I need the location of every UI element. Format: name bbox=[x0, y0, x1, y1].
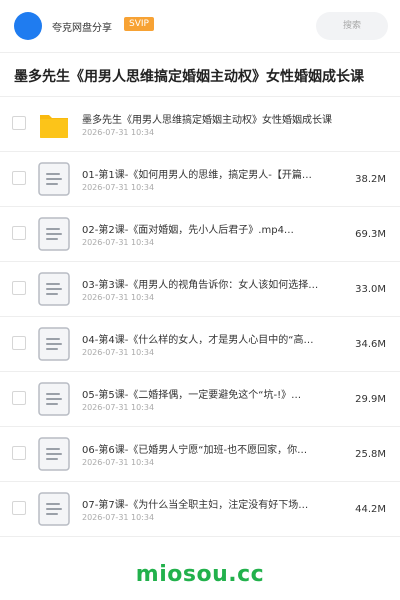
row-checkbox[interactable] bbox=[12, 281, 26, 295]
header-bar: 夸克网盘分享 SVIP bbox=[0, 0, 400, 53]
svip-badge: SVIP bbox=[124, 17, 154, 31]
file-name: 02-第2课-《面对婚姻，先小人后君子》.mp4… bbox=[82, 225, 294, 236]
row-checkbox[interactable] bbox=[12, 446, 26, 460]
file-row[interactable]: 03-第3课-《用男人的视角告诉你：女人该如何选择… 2026-07-31 10… bbox=[0, 262, 400, 317]
row-checkbox[interactable] bbox=[12, 116, 26, 130]
document-icon bbox=[38, 272, 70, 306]
document-icon bbox=[38, 382, 70, 416]
file-date: 2026-07-31 10:34 bbox=[82, 513, 155, 522]
file-date: 2026-07-31 10:34 bbox=[82, 293, 155, 302]
file-row[interactable]: 06-第6课-《已婚男人宁愿“加班-也不愿回家，你… 2026-07-31 10… bbox=[0, 427, 400, 482]
row-checkbox[interactable] bbox=[12, 391, 26, 405]
file-date: 2026-07-31 10:34 bbox=[82, 183, 155, 192]
file-name: 05-第5课-《二婚择偶，一定要避免这个“坑-!》… bbox=[82, 390, 302, 401]
file-size: 33.0M bbox=[355, 284, 386, 295]
file-name: 06-第6课-《已婚男人宁愿“加班-也不愿回家，你… bbox=[82, 445, 308, 456]
file-row[interactable]: 04-第4课-《什么样的女人，才是男人心目中的“高… 2026-07-31 10… bbox=[0, 317, 400, 372]
avatar[interactable] bbox=[14, 12, 42, 40]
search-box[interactable] bbox=[316, 12, 388, 40]
file-name: 03-第3课-《用男人的视角告诉你：女人该如何选择… bbox=[82, 280, 319, 291]
file-row[interactable]: 01-第1课-《如何用男人的思维，搞定男人-【开篇… 2026-07-31 10… bbox=[0, 152, 400, 207]
file-size: 29.9M bbox=[355, 394, 386, 405]
row-checkbox[interactable] bbox=[12, 501, 26, 515]
folder-icon bbox=[38, 107, 70, 141]
file-date: 2026-07-31 10:34 bbox=[82, 238, 155, 247]
file-row[interactable]: 05-第5课-《二婚择偶，一定要避免这个“坑-!》… 2026-07-31 10… bbox=[0, 372, 400, 427]
row-checkbox[interactable] bbox=[12, 226, 26, 240]
file-date: 2026-07-31 10:34 bbox=[82, 458, 155, 467]
share-title: 夸克网盘分享 bbox=[52, 23, 112, 34]
watermark: miosou.cc bbox=[135, 562, 265, 587]
document-icon bbox=[38, 162, 70, 196]
file-list: 墨多先生《用男人思维搞定婚姻主动权》女性婚姻成长课 2026-07-31 10:… bbox=[0, 97, 400, 537]
file-size: 38.2M bbox=[355, 174, 386, 185]
row-checkbox[interactable] bbox=[12, 171, 26, 185]
file-date: 2026-07-31 10:34 bbox=[82, 348, 155, 357]
file-size: 69.3M bbox=[355, 229, 386, 240]
search-input[interactable] bbox=[320, 20, 384, 32]
file-size: 44.2M bbox=[355, 504, 386, 515]
file-date: 2026-07-31 10:34 bbox=[82, 403, 155, 412]
file-name: 墨多先生《用男人思维搞定婚姻主动权》女性婚姻成长课 bbox=[82, 115, 332, 126]
document-icon bbox=[38, 492, 70, 526]
file-row[interactable]: 07-第7课-《为什么当全职主妇，注定没有好下场… 2026-07-31 10:… bbox=[0, 482, 400, 537]
file-size: 34.6M bbox=[355, 339, 386, 350]
file-row[interactable]: 02-第2课-《面对婚姻，先小人后君子》.mp4… 2026-07-31 10:… bbox=[0, 207, 400, 262]
file-row-folder[interactable]: 墨多先生《用男人思维搞定婚姻主动权》女性婚姻成长课 2026-07-31 10:… bbox=[0, 97, 400, 152]
file-size: 25.8M bbox=[355, 449, 386, 460]
file-date: 2026-07-31 10:34 bbox=[82, 128, 155, 137]
file-name: 01-第1课-《如何用男人的思维，搞定男人-【开篇… bbox=[82, 170, 312, 181]
document-icon bbox=[38, 437, 70, 471]
file-name: 07-第7课-《为什么当全职主妇，注定没有好下场… bbox=[82, 500, 309, 511]
file-name: 04-第4课-《什么样的女人，才是男人心目中的“高… bbox=[82, 335, 314, 346]
row-checkbox[interactable] bbox=[12, 336, 26, 350]
document-icon bbox=[38, 217, 70, 251]
page-title: 墨多先生《用男人思维搞定婚姻主动权》女性婚姻成长课 bbox=[14, 69, 364, 85]
document-icon bbox=[38, 327, 70, 361]
